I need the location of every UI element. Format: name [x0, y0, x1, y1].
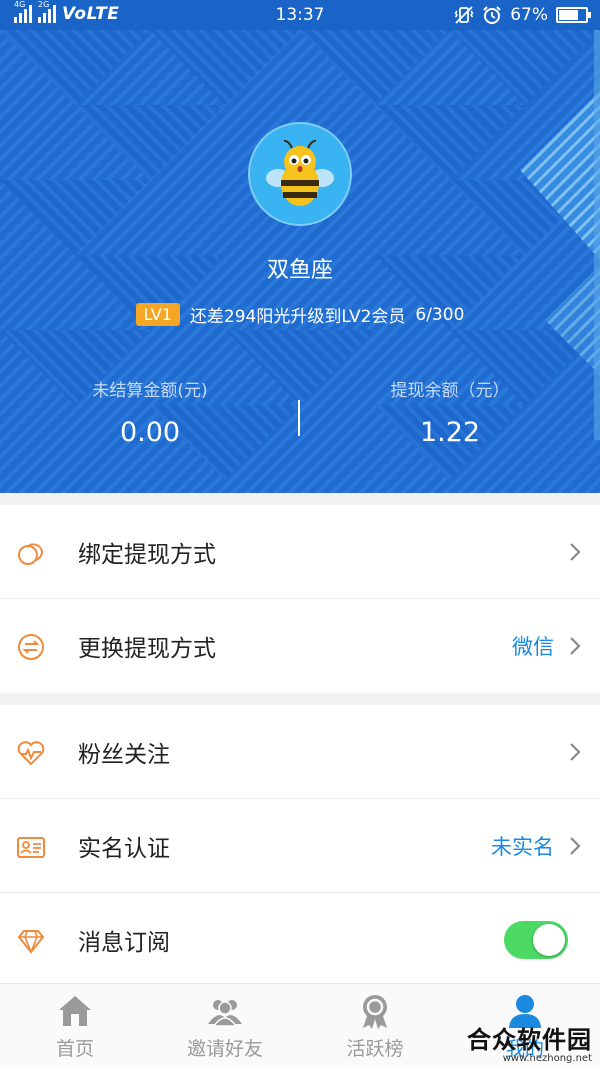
menu-change-withdraw-label: 更换提现方式: [78, 636, 216, 662]
chevron-right-icon: [570, 543, 581, 561]
chevron-right-icon: [570, 743, 581, 761]
level-progress: 6/300: [415, 304, 465, 325]
unsettled-amount[interactable]: 未结算金额(元) 0.00: [0, 376, 300, 448]
menu-bind-withdraw[interactable]: 绑定提现方式: [0, 505, 600, 599]
withdraw-balance-value: 1.22: [419, 417, 481, 448]
vibrate-icon: [454, 6, 474, 24]
menu-fans-follow[interactable]: 粉丝关注: [0, 705, 600, 799]
withdraw-balance[interactable]: 提现余额（元） 1.22: [300, 376, 600, 448]
menu-message-subscribe: 消息订阅: [0, 893, 600, 987]
user-nickname: 双鱼座: [266, 258, 333, 283]
chevron-right-icon: [570, 637, 581, 655]
tab-invite-friends[interactable]: 邀请好友: [150, 984, 300, 1067]
menu-group-withdraw: 绑定提现方式 更换提现方式 微信: [0, 505, 600, 693]
menu-change-withdraw-value: 微信: [512, 635, 554, 659]
home-icon: [59, 996, 91, 1026]
user-avatar[interactable]: [248, 122, 352, 226]
tab-active-rank-label: 活跃榜: [346, 1038, 404, 1060]
alarm-icon: [483, 6, 501, 24]
menu-change-withdraw[interactable]: 更换提现方式 微信: [0, 599, 600, 693]
site-watermark: 合众软件园 www.hezhong.net: [467, 1020, 592, 1064]
tab-home[interactable]: 首页: [0, 984, 150, 1067]
menu-real-name-value: 未实名: [491, 834, 554, 859]
chevron-right-icon: [570, 837, 581, 855]
battery-fill: [559, 10, 578, 20]
toggle-knob: [533, 924, 565, 956]
menu-bind-withdraw-label: 绑定提现方式: [78, 541, 216, 568]
withdraw-balance-label: 提现余额（元）: [390, 381, 510, 401]
id-card-icon: [17, 837, 45, 858]
menu-group-account: 粉丝关注 实名认证 未实名 消息订阅: [0, 705, 600, 987]
tab-invite-friends-label: 邀请好友: [186, 1038, 263, 1060]
unsettled-amount-label: 未结算金额(元): [92, 381, 208, 401]
friends-icon: [208, 1000, 242, 1027]
heartbeat-icon: [17, 741, 45, 766]
exchange-icon: [18, 634, 44, 660]
level-text: 还差294阳光升级到LV2会员: [189, 307, 406, 327]
menu-real-name-label: 实名认证: [78, 835, 170, 862]
unsettled-amount-value: 0.00: [119, 417, 181, 448]
bee-avatar-icon: [266, 139, 334, 206]
battery-percent: 67%: [510, 5, 548, 25]
status-bar: 4G 2G VoLTE 13:37 67%: [0, 0, 600, 30]
level-badge: LV1: [135, 303, 180, 326]
message-subscribe-toggle[interactable]: [504, 921, 568, 959]
level-row: LV1 还差294阳光升级到LV2会员 6/300: [0, 302, 600, 327]
battery-icon: [556, 7, 591, 23]
coins-icon: [18, 543, 43, 565]
menu-message-subscribe-label: 消息订阅: [78, 930, 170, 956]
menu-fans-follow-label: 粉丝关注: [78, 741, 170, 768]
medal-icon: [363, 995, 387, 1029]
tab-active-rank[interactable]: 活跃榜: [300, 984, 450, 1067]
diamond-icon: [17, 930, 45, 955]
status-right: 67%: [454, 5, 591, 25]
menu-real-name[interactable]: 实名认证 未实名: [0, 799, 600, 893]
watermark-main: 合众软件园: [467, 1026, 592, 1054]
profile-header: 双鱼座 LV1 还差294阳光升级到LV2会员 6/300 未结算金额(元) 0…: [0, 30, 600, 493]
tab-home-label: 首页: [55, 1038, 94, 1060]
